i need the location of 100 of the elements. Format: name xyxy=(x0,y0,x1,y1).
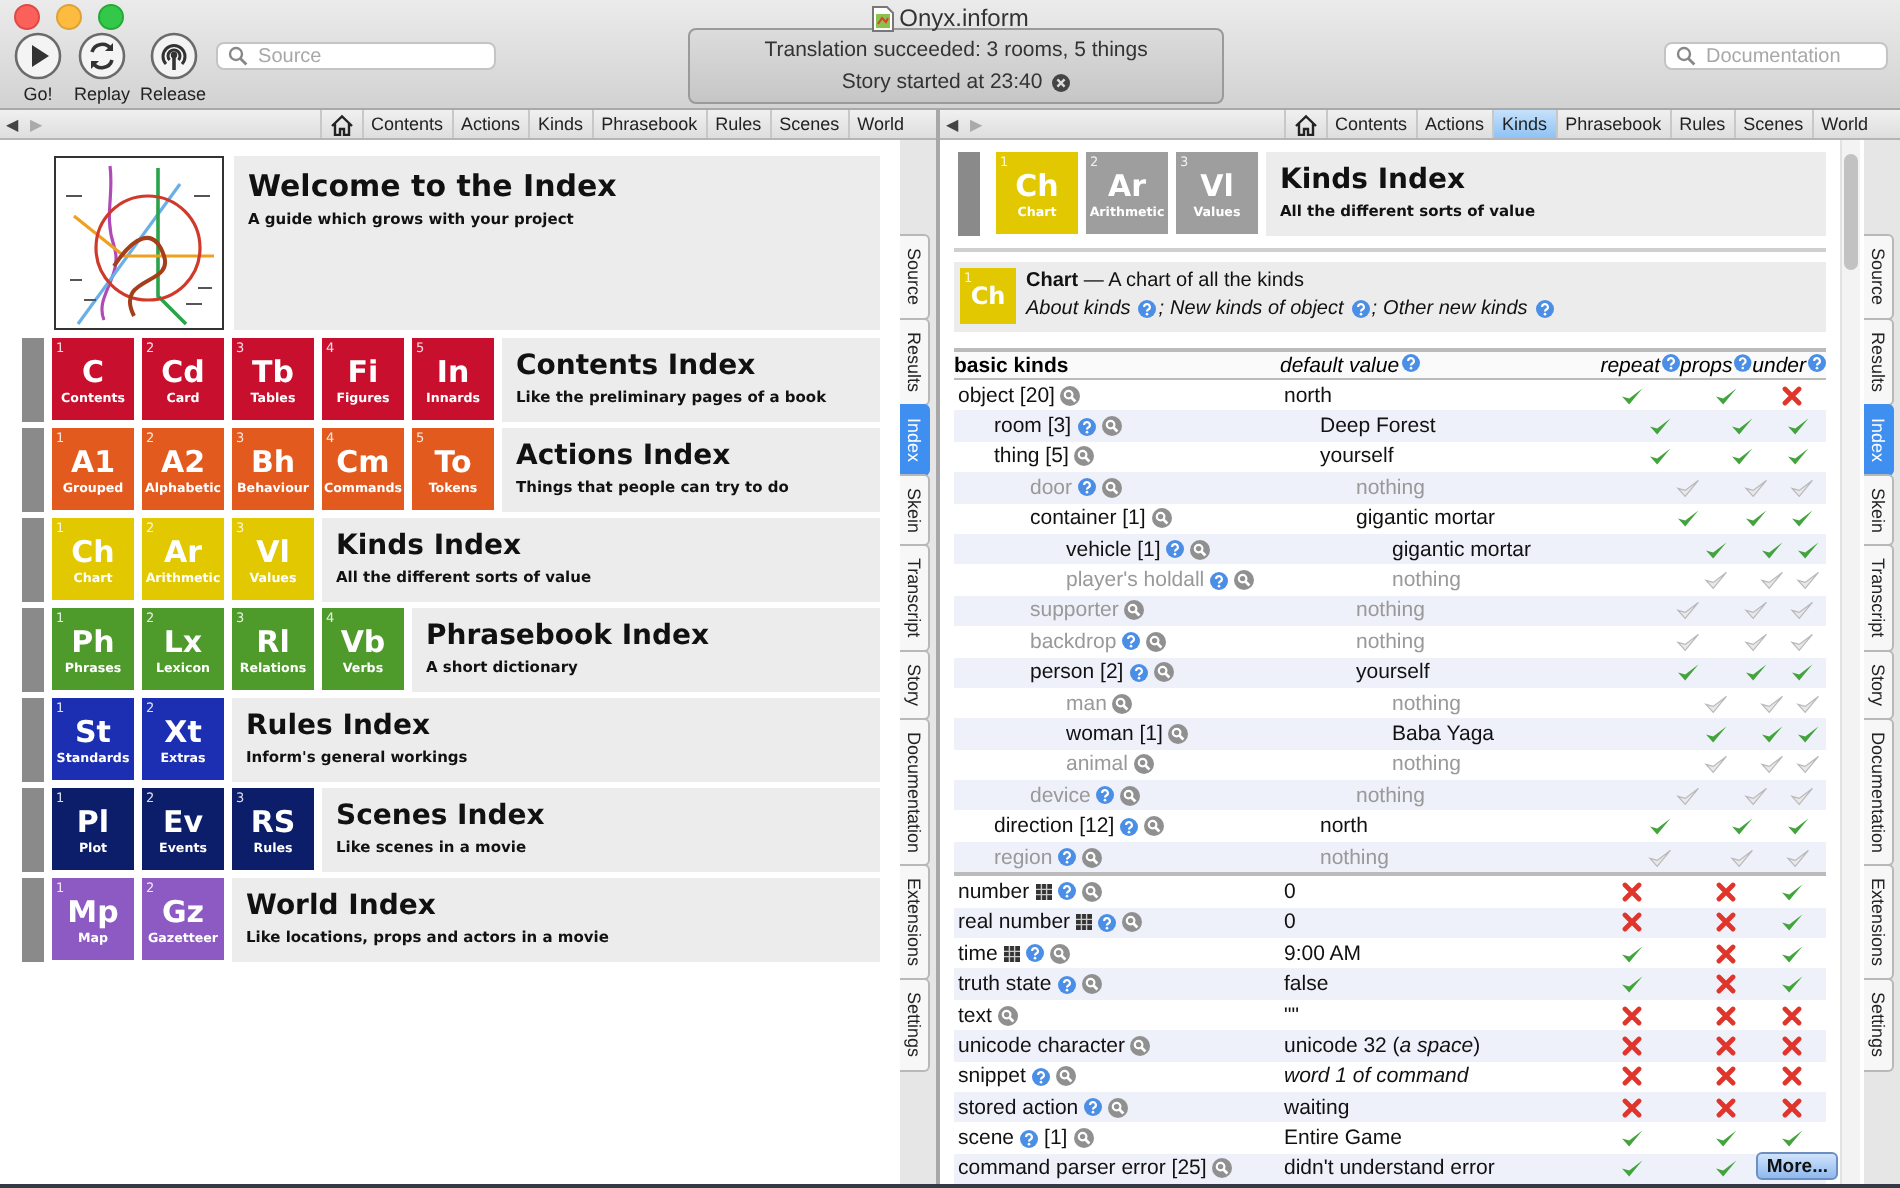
search-icon[interactable] xyxy=(1144,816,1165,837)
help-icon[interactable] xyxy=(1098,913,1117,932)
search-icon[interactable] xyxy=(1124,600,1145,621)
kind-name[interactable]: room [3] xyxy=(994,414,1072,439)
nav-tab[interactable]: Kinds xyxy=(1492,110,1556,138)
search-icon[interactable] xyxy=(1112,693,1133,714)
help-icon[interactable] xyxy=(1025,944,1044,963)
help-icon[interactable] xyxy=(1734,353,1752,371)
help-icon[interactable] xyxy=(1120,817,1139,836)
play-button[interactable]: Go! xyxy=(12,32,64,104)
search-icon[interactable] xyxy=(1212,1158,1233,1179)
side-tab[interactable]: Settings xyxy=(1864,978,1894,1072)
side-tab[interactable]: Documentation xyxy=(900,717,930,867)
nav-tab[interactable]: Scenes xyxy=(1733,110,1812,138)
search-field[interactable]: Documentation xyxy=(1664,42,1888,70)
kind-name[interactable]: unicode character xyxy=(958,1033,1125,1058)
release-button[interactable]: Release xyxy=(140,32,207,104)
help-icon[interactable] xyxy=(1057,975,1076,994)
help-icon[interactable] xyxy=(1138,300,1157,318)
kind-name[interactable]: text xyxy=(958,1003,992,1027)
help-icon[interactable] xyxy=(1210,571,1229,590)
search-icon[interactable] xyxy=(1168,723,1189,744)
side-tab[interactable]: Story xyxy=(900,649,930,720)
help-icon[interactable] xyxy=(1662,353,1680,371)
help-icon[interactable] xyxy=(1166,540,1185,559)
side-tab[interactable]: Results xyxy=(1864,317,1894,406)
side-tab[interactable]: Documentation xyxy=(1864,717,1894,867)
back-button[interactable]: ◀ xyxy=(940,110,964,138)
help-icon[interactable] xyxy=(1020,1129,1039,1148)
more-button[interactable]: More... xyxy=(1756,1152,1838,1180)
help-icon[interactable] xyxy=(1057,882,1076,901)
search-icon[interactable] xyxy=(1081,881,1102,902)
scrollbar[interactable] xyxy=(1840,140,1860,1184)
help-icon[interactable] xyxy=(1031,1067,1050,1086)
help-icon[interactable] xyxy=(1808,353,1826,371)
help-icon[interactable] xyxy=(1129,663,1148,682)
side-tab[interactable]: Results xyxy=(900,317,930,406)
nav-tab[interactable]: World xyxy=(1811,110,1876,138)
help-link[interactable]: Other new kinds xyxy=(1383,298,1528,320)
nav-tab[interactable]: Contents xyxy=(1325,110,1416,138)
help-icon[interactable] xyxy=(1535,300,1554,318)
nav-tab[interactable]: Contents xyxy=(361,110,452,138)
search-icon[interactable] xyxy=(1082,847,1103,868)
search-icon[interactable] xyxy=(997,1005,1018,1025)
search-icon[interactable] xyxy=(1234,570,1255,591)
kind-name[interactable]: command parser error [25] xyxy=(958,1156,1207,1181)
search-icon[interactable] xyxy=(1073,1128,1094,1149)
help-icon[interactable] xyxy=(1401,353,1420,371)
search-icon[interactable] xyxy=(1102,477,1123,498)
kind-name[interactable]: woman [1] xyxy=(1066,721,1163,746)
kind-name[interactable]: real number xyxy=(958,910,1071,935)
search-icon[interactable] xyxy=(1101,416,1122,437)
close-button[interactable] xyxy=(14,3,40,29)
help-icon[interactable] xyxy=(1078,478,1097,497)
nav-tab[interactable]: Kinds xyxy=(528,110,592,138)
kind-name[interactable]: person [2] xyxy=(1030,660,1124,685)
side-tab[interactable]: Source xyxy=(1864,234,1894,320)
help-link[interactable]: New kinds of object xyxy=(1170,298,1344,320)
search-icon[interactable] xyxy=(1120,785,1141,806)
kind-name[interactable]: time xyxy=(958,941,998,966)
kind-name[interactable]: snippet xyxy=(958,1064,1026,1089)
nav-tab[interactable]: Rules xyxy=(705,110,770,138)
nav-tab[interactable]: Scenes xyxy=(769,110,848,138)
nav-tab[interactable]: Phrasebook xyxy=(1555,110,1670,138)
nav-tab[interactable]: Phrasebook xyxy=(591,110,706,138)
side-tab[interactable]: Skein xyxy=(900,473,930,547)
scroll-thumb[interactable] xyxy=(1844,154,1858,270)
side-tab[interactable]: Story xyxy=(1864,649,1894,720)
side-tab[interactable]: Source xyxy=(900,234,930,320)
kind-name[interactable]: container [1] xyxy=(1030,506,1146,531)
minimize-button[interactable] xyxy=(56,3,82,29)
search-icon[interactable] xyxy=(1153,662,1174,683)
search-field[interactable]: Source xyxy=(216,42,497,70)
search-icon[interactable] xyxy=(1146,631,1167,652)
search-icon[interactable] xyxy=(1133,754,1154,775)
help-icon[interactable] xyxy=(1096,786,1115,805)
help-icon[interactable] xyxy=(1058,848,1077,867)
kind-name[interactable]: stored action xyxy=(958,1095,1079,1120)
side-tab[interactable]: Extensions xyxy=(900,864,930,981)
kind-name[interactable]: scene xyxy=(958,1126,1015,1151)
side-tab[interactable]: Skein xyxy=(1864,473,1894,547)
home-icon[interactable] xyxy=(329,113,353,135)
search-icon[interactable] xyxy=(1055,1066,1076,1087)
search-icon[interactable] xyxy=(1049,943,1070,964)
side-tab[interactable]: Transcript xyxy=(900,544,930,652)
search-icon[interactable] xyxy=(1074,446,1095,467)
help-icon[interactable] xyxy=(1122,632,1141,651)
search-icon[interactable] xyxy=(1108,1097,1129,1118)
nav-tab[interactable]: World xyxy=(847,110,912,138)
side-tab[interactable]: Transcript xyxy=(1864,544,1894,652)
help-link[interactable]: About kinds xyxy=(1026,298,1131,320)
search-icon[interactable] xyxy=(1130,1035,1151,1056)
close-icon[interactable] xyxy=(1052,73,1071,91)
replay-button[interactable]: Replay xyxy=(74,32,131,104)
help-icon[interactable] xyxy=(1351,300,1370,318)
kind-name[interactable]: number xyxy=(958,879,1030,904)
nav-tab[interactable]: Actions xyxy=(451,110,529,138)
back-button[interactable]: ◀ xyxy=(0,110,24,138)
kind-name[interactable]: object [20] xyxy=(958,383,1055,408)
search-icon[interactable] xyxy=(1190,539,1211,560)
